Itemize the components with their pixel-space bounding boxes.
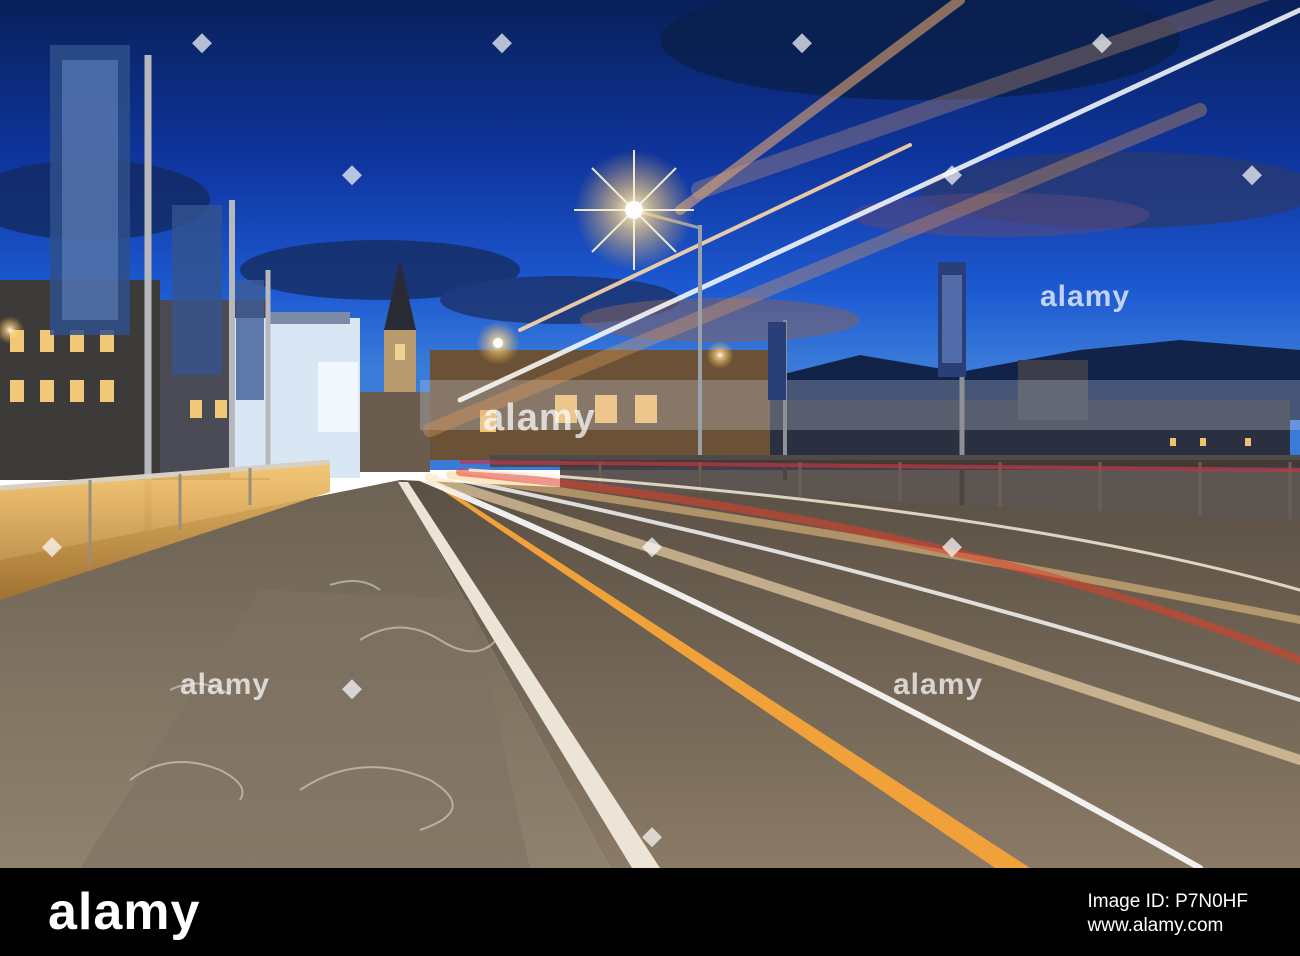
stock-footer-bar: alamy Image ID: P7N0HF www.alamy.com (0, 868, 1300, 956)
watermark-dot: ◆ (642, 820, 662, 850)
stock-photo: alamy alamy alamy alamy ◆ ◆ ◆ ◆ ◆ ◆ ◆ ◆ … (0, 0, 1300, 956)
watermark-dot: ◆ (342, 158, 362, 188)
watermark-tile: alamy (1040, 280, 1131, 313)
watermark-tile: alamy (893, 668, 984, 701)
watermark-dot: ◆ (42, 530, 62, 560)
watermark-main: alamy (483, 397, 596, 439)
watermark-dot: ◆ (492, 26, 512, 56)
image-id: Image ID: P7N0HF (1087, 891, 1249, 912)
photo: alamy alamy alamy alamy ◆ ◆ ◆ ◆ ◆ ◆ ◆ ◆ … (0, 0, 1300, 868)
watermark-dot: ◆ (642, 530, 662, 560)
watermark-dot: ◆ (792, 26, 812, 56)
watermark-dot: ◆ (342, 672, 362, 702)
site-url[interactable]: www.alamy.com (1088, 914, 1249, 938)
photo-canvas (0, 0, 1300, 868)
watermark-dot: ◆ (192, 26, 212, 56)
watermark-dot: ◆ (942, 158, 962, 188)
watermark-dot: ◆ (1242, 158, 1262, 188)
watermark-dot: ◆ (942, 530, 962, 560)
watermark-tile: alamy (180, 668, 271, 701)
image-info: Image ID: P7N0HF www.alamy.com (1088, 890, 1249, 938)
alamy-logo: alamy (48, 883, 201, 941)
watermark-dot: ◆ (1092, 26, 1112, 56)
